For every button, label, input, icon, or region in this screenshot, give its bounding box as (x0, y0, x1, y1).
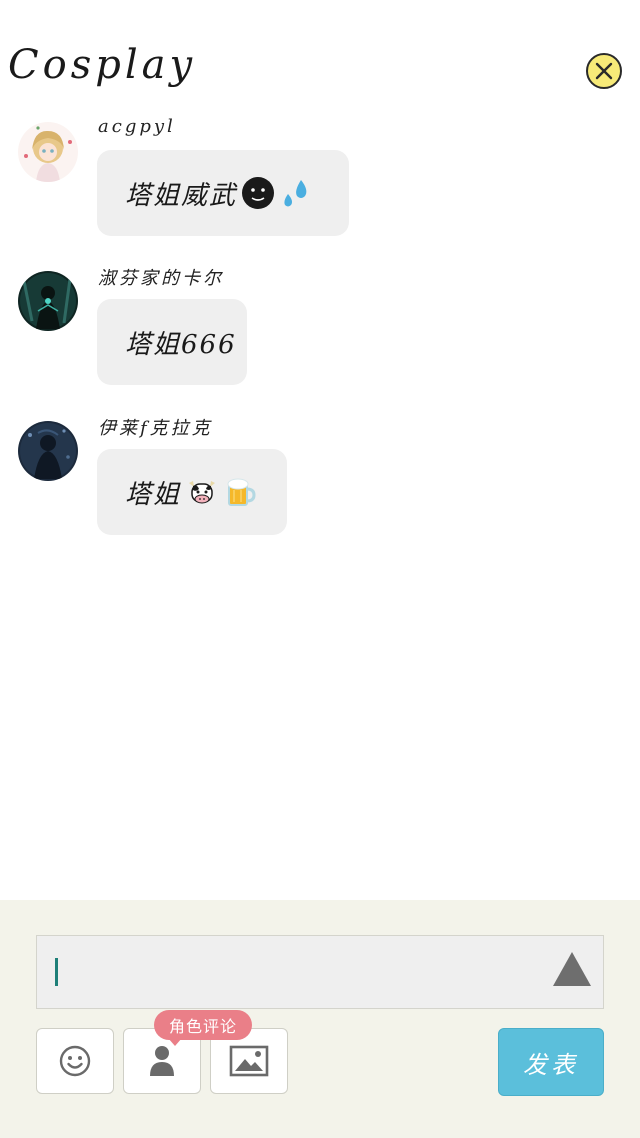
comment-bubble: 塔姐威武 (97, 150, 349, 236)
text-caret (55, 958, 58, 986)
comment-page: Cosplay acgpyl 塔姐威武 淑芬家的卡尔 塔姐666 伊莱f克拉克 … (0, 0, 640, 1138)
beer-mug-emoji (223, 475, 257, 509)
role-comment-tag[interactable]: 角色评论 (154, 1010, 252, 1040)
username[interactable]: acgpyl (98, 116, 176, 137)
comment-text: 塔姐666 (125, 329, 237, 360)
triangle-up-icon[interactable] (551, 950, 593, 988)
dark-face-emoji (241, 176, 275, 210)
page-title: Cosplay (8, 42, 197, 88)
close-x-icon (593, 60, 615, 82)
role-comment-tag-pointer (168, 1038, 182, 1046)
person-icon (147, 1044, 177, 1078)
sweat-drops-emoji (279, 176, 313, 210)
image-icon (229, 1045, 269, 1077)
avatar[interactable] (18, 421, 78, 481)
comment-bubble: 塔姐 (97, 449, 287, 535)
comment-text: 塔姐 (125, 479, 182, 510)
comment-input[interactable] (36, 935, 604, 1009)
avatar[interactable] (18, 122, 78, 182)
comment-text: 塔姐威武 (125, 180, 238, 211)
cow-emoji (185, 475, 219, 509)
username[interactable]: 淑芬家的卡尔 (98, 264, 224, 290)
smiley-icon (58, 1044, 92, 1078)
close-button[interactable] (586, 53, 622, 89)
submit-button[interactable]: 发表 (498, 1028, 604, 1096)
comment-composer: 角色评论 发表 (0, 900, 640, 1138)
username[interactable]: 伊莱f克拉克 (98, 414, 213, 440)
comment-bubble: 塔姐666 (97, 299, 247, 385)
avatar[interactable] (18, 271, 78, 331)
emoji-button[interactable] (36, 1028, 114, 1094)
